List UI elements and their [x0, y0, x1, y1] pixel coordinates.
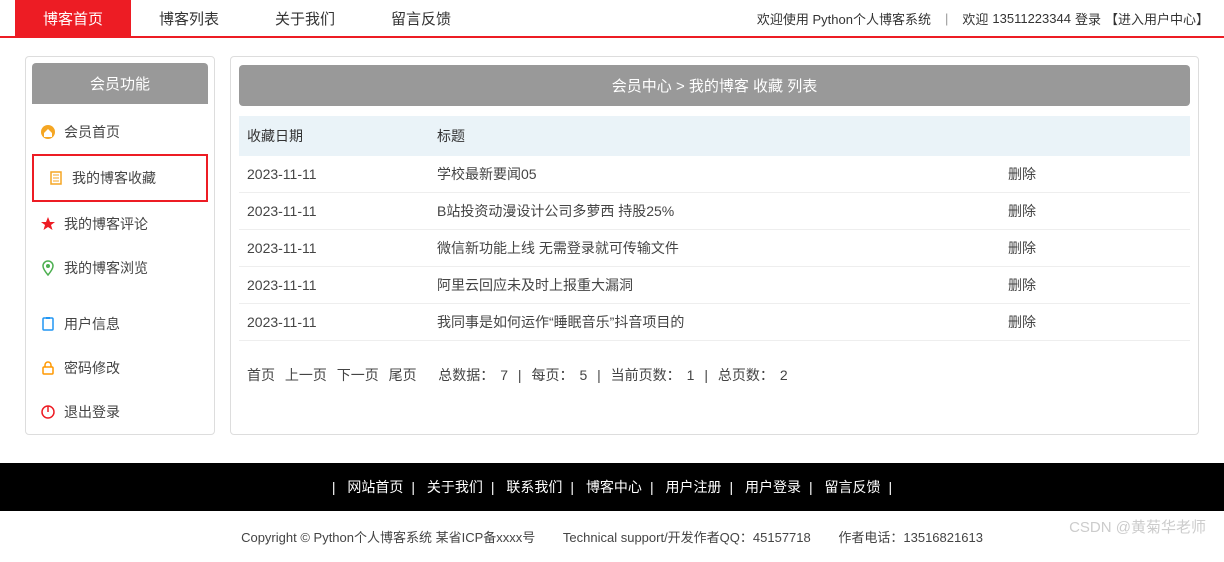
- cell-date: 2023-11-11: [239, 230, 429, 267]
- footer-link[interactable]: 用户注册: [665, 479, 721, 495]
- total-label: 总数据：: [438, 367, 494, 383]
- location-icon: [40, 260, 56, 276]
- page-last[interactable]: 尾页: [389, 367, 417, 383]
- content-area: 会员中心 > 我的博客 收藏 列表 收藏日期 标题 2023-11-11 学校最…: [230, 56, 1199, 435]
- sidebar-item-logout[interactable]: 退出登录: [26, 390, 214, 434]
- nav-tabs: 博客首页 博客列表 关于我们 留言反馈: [15, 0, 479, 36]
- sidebar-label: 我的博客收藏: [72, 168, 156, 188]
- delete-link[interactable]: 删除: [1000, 267, 1190, 304]
- main-container: 会员功能 会员首页 我的博客收藏 我的博客评论 我的博客浏览 用户信息 密码修改: [7, 38, 1217, 453]
- footer-link[interactable]: 留言反馈: [825, 479, 881, 495]
- header-action: [1000, 116, 1190, 156]
- pages-label: 总页数：: [718, 367, 774, 383]
- pagination: 首页 上一页 下一页 尾页 总数据：7 | 每页：5 | 当前页数：1 | 总页…: [239, 341, 1190, 409]
- nav-tab-feedback[interactable]: 留言反馈: [363, 0, 479, 36]
- perpage-label: 每页：: [531, 367, 573, 383]
- footer-link[interactable]: 用户登录: [745, 479, 801, 495]
- footer-link[interactable]: 联系我们: [506, 479, 562, 495]
- sidebar-item-comments[interactable]: 我的博客评论: [26, 202, 214, 246]
- welcome-system: 欢迎使用 Python个人博客系统: [757, 9, 931, 28]
- footer-nav: | 网站首页| 关于我们| 联系我们| 博客中心| 用户注册| 用户登录| 留言…: [0, 463, 1224, 511]
- author-phone: 作者电话：13516821613: [838, 530, 983, 545]
- sidebar-title: 会员功能: [32, 63, 208, 104]
- breadcrumb: 会员中心 > 我的博客 收藏 列表: [239, 65, 1190, 106]
- perpage-value: 5: [579, 367, 587, 383]
- header-title: 标题: [429, 116, 1000, 156]
- sidebar-label: 用户信息: [64, 314, 120, 334]
- welcome-prefix: 欢迎: [962, 9, 988, 28]
- table-row: 2023-11-11 阿里云回应未及时上报重大漏洞 删除: [239, 267, 1190, 304]
- cell-title: 阿里云回应未及时上报重大漏洞: [429, 267, 1000, 304]
- sidebar-item-home[interactable]: 会员首页: [26, 110, 214, 154]
- footer-link[interactable]: 网站首页: [347, 479, 403, 495]
- power-icon: [40, 404, 56, 420]
- table-row: 2023-11-11 学校最新要闻05 删除: [239, 156, 1190, 193]
- total-value: 7: [500, 367, 508, 383]
- table-row: 2023-11-11 微信新功能上线 无需登录就可传输文件 删除: [239, 230, 1190, 267]
- nav-tab-about[interactable]: 关于我们: [247, 0, 363, 36]
- cell-date: 2023-11-11: [239, 267, 429, 304]
- sidebar-label: 我的博客评论: [64, 214, 148, 234]
- header-right: 欢迎使用 Python个人博客系统 | 欢迎 13511223344 登录 【进…: [757, 9, 1209, 28]
- nav-tab-list[interactable]: 博客列表: [131, 0, 247, 36]
- user-phone: 13511223344: [992, 11, 1071, 26]
- sidebar-item-password[interactable]: 密码修改: [26, 346, 214, 390]
- footer-link[interactable]: 关于我们: [427, 479, 483, 495]
- sidebar-label: 退出登录: [64, 402, 120, 422]
- table-row: 2023-11-11 我同事是如何运作“睡眠音乐”抖音项目的 删除: [239, 304, 1190, 341]
- sidebar: 会员功能 会员首页 我的博客收藏 我的博客评论 我的博客浏览 用户信息 密码修改: [25, 56, 215, 435]
- sidebar-item-views[interactable]: 我的博客浏览: [26, 246, 214, 290]
- clipboard-icon: [40, 316, 56, 332]
- table-row: 2023-11-11 B站投资动漫设计公司多萝西 持股25% 删除: [239, 193, 1190, 230]
- delete-link[interactable]: 删除: [1000, 304, 1190, 341]
- delete-link[interactable]: 删除: [1000, 230, 1190, 267]
- page-prev[interactable]: 上一页: [285, 367, 327, 383]
- current-label: 当前页数：: [611, 367, 681, 383]
- cell-title: 学校最新要闻05: [429, 156, 1000, 193]
- footer-info: Copyright © Python个人博客系统 某省ICP备xxxx号 Tec…: [0, 511, 1224, 562]
- star-icon: [40, 216, 56, 232]
- cell-date: 2023-11-11: [239, 156, 429, 193]
- table-header-row: 收藏日期 标题: [239, 116, 1190, 156]
- pages-value: 2: [780, 367, 788, 383]
- sidebar-item-favorites[interactable]: 我的博客收藏: [32, 154, 208, 202]
- cell-date: 2023-11-11: [239, 304, 429, 341]
- favorites-table: 收藏日期 标题 2023-11-11 学校最新要闻05 删除2023-11-11…: [239, 116, 1190, 341]
- delete-link[interactable]: 删除: [1000, 156, 1190, 193]
- header-date: 收藏日期: [239, 116, 429, 156]
- user-center-link[interactable]: 【进入用户中心】: [1105, 9, 1209, 28]
- sidebar-label: 会员首页: [64, 122, 120, 142]
- home-icon: [40, 124, 56, 140]
- lock-icon: [40, 360, 56, 376]
- copyright: Copyright © Python个人博客系统 某省ICP备xxxx号: [241, 530, 535, 545]
- cell-title: 我同事是如何运作“睡眠音乐”抖音项目的: [429, 304, 1000, 341]
- cell-date: 2023-11-11: [239, 193, 429, 230]
- login-suffix: 登录: [1075, 9, 1101, 28]
- page-next[interactable]: 下一页: [337, 367, 379, 383]
- current-value: 1: [687, 367, 695, 383]
- sidebar-label: 密码修改: [64, 358, 120, 378]
- sidebar-item-userinfo[interactable]: 用户信息: [26, 302, 214, 346]
- sidebar-label: 我的博客浏览: [64, 258, 148, 278]
- page-first[interactable]: 首页: [247, 367, 275, 383]
- nav-tab-home[interactable]: 博客首页: [15, 0, 131, 36]
- footer-link[interactable]: 博客中心: [586, 479, 642, 495]
- document-icon: [48, 170, 64, 186]
- separator: |: [945, 11, 948, 26]
- cell-title: B站投资动漫设计公司多萝西 持股25%: [429, 193, 1000, 230]
- tech-support: Technical support/开发作者QQ：45157718: [563, 530, 811, 545]
- top-nav: 博客首页 博客列表 关于我们 留言反馈 欢迎使用 Python个人博客系统 | …: [0, 0, 1224, 38]
- cell-title: 微信新功能上线 无需登录就可传输文件: [429, 230, 1000, 267]
- delete-link[interactable]: 删除: [1000, 193, 1190, 230]
- watermark: CSDN @黄菊华老师: [1069, 516, 1206, 537]
